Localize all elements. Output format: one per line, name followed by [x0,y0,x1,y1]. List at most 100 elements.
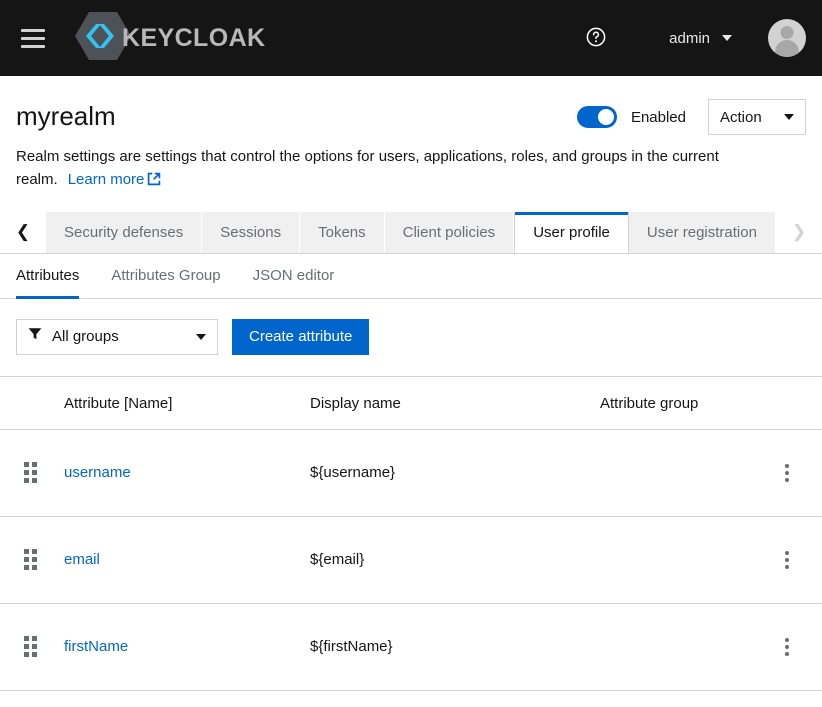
subtab-attributes[interactable]: Attributes [16,254,95,298]
row-actions-cell [752,690,822,707]
row-drag-cell [0,690,64,707]
help-button[interactable] [575,17,617,59]
row-attribute-group-cell [592,690,752,707]
column-header-attribute-group: Attribute group [592,377,752,430]
subtab-label: Attributes [16,267,79,284]
row-display-name-cell: ${email} [302,516,592,603]
row-drag-cell [0,603,64,690]
toggle-knob [598,109,614,125]
subtab-attributes-group[interactable]: Attributes Group [95,254,236,298]
tab-label: Sessions [220,224,281,241]
page-title-row: myrealm Enabled Action [16,98,806,136]
chevron-down-icon [196,334,206,340]
column-header-display-name: Display name [302,377,592,430]
column-header-attribute-name: Attribute [Name] [64,377,302,430]
page-description: Realm settings are settings that control… [16,145,806,194]
attributes-table: Attribute [Name] Display name Attribute … [0,377,822,707]
create-attribute-button[interactable]: Create attribute [232,319,369,355]
table-row: username ${username} [0,429,822,516]
row-display-name-cell: ${lastName} [302,690,592,707]
page-title: myrealm [16,101,116,132]
kebab-menu-icon[interactable] [769,455,805,491]
attribute-link[interactable]: email [64,551,100,568]
masthead: KEYCLOAK admin [0,0,822,76]
chevron-down-icon [784,114,794,120]
row-actions-cell [752,516,822,603]
subtab-label: JSON editor [253,267,335,284]
tab-label: Tokens [318,224,366,241]
tab-label: User profile [533,224,610,241]
row-display-name-cell: ${username} [302,429,592,516]
chevron-down-icon [722,35,732,41]
global-nav-toggle-button[interactable] [10,15,56,61]
hamburger-icon-line [21,45,45,48]
row-attribute-name-cell: lastName [64,690,302,707]
page-header: myrealm Enabled Action Realm settings ar… [0,76,822,194]
learn-more-link[interactable]: Learn more [68,171,162,188]
user-menu-dropdown[interactable]: admin [655,22,746,55]
kebab-menu-icon[interactable] [769,629,805,665]
primary-tabs-list: Security defenses Sessions Tokens Client… [46,212,776,253]
chevron-right-icon: ❯ [792,222,806,242]
user-profile-subtabs: Attributes Attributes Group JSON editor [0,254,822,299]
kebab-menu-icon[interactable] [769,542,805,578]
tab-label: User registration [647,224,757,241]
drag-handle-icon[interactable] [24,636,37,657]
filter-icon [28,327,42,346]
tab-security-defenses[interactable]: Security defenses [46,212,202,253]
action-dropdown[interactable]: Action [708,99,806,135]
group-filter-dropdown[interactable]: All groups [16,319,218,355]
attributes-table-head: Attribute [Name] Display name Attribute … [0,377,822,430]
row-attribute-name-cell: email [64,516,302,603]
realm-enabled-toggle[interactable] [577,106,617,128]
row-display-name-cell: ${firstName} [302,603,592,690]
realm-enabled-label: Enabled [631,109,686,126]
subtab-json-editor[interactable]: JSON editor [237,254,351,298]
user-menu-label: admin [669,30,710,47]
row-attribute-group-cell [592,603,752,690]
row-actions-cell [752,603,822,690]
masthead-actions: admin [575,17,806,59]
subtab-label: Attributes Group [111,267,220,284]
chevron-left-icon: ❮ [16,222,30,242]
row-attribute-name-cell: username [64,429,302,516]
row-attribute-group-cell [592,516,752,603]
table-row: lastName ${lastName} [0,690,822,707]
page-header-actions: Enabled Action [577,99,806,135]
column-header-actions [752,377,822,430]
avatar-body-shape [775,40,799,57]
hamburger-icon-line [21,37,45,40]
avatar-head-shape [781,26,794,39]
table-row: firstName ${firstName} [0,603,822,690]
tab-client-policies[interactable]: Client policies [385,212,515,253]
help-circle-icon [586,27,606,50]
hamburger-icon-line [21,29,45,32]
table-row: email ${email} [0,516,822,603]
tab-user-profile[interactable]: User profile [514,212,629,253]
row-attribute-name-cell: firstName [64,603,302,690]
column-header-drag [0,377,64,430]
tab-label: Security defenses [64,224,183,241]
row-attribute-group-cell [592,429,752,516]
attribute-link[interactable]: firstName [64,638,128,655]
learn-more-label: Learn more [68,171,145,188]
tab-sessions[interactable]: Sessions [202,212,300,253]
brand-name-text: KEYCLOAK [122,26,265,51]
attribute-link[interactable]: username [64,464,131,481]
attributes-toolbar: All groups Create attribute [0,299,822,377]
tabs-scroll-right-button[interactable]: ❯ [776,212,822,253]
avatar[interactable] [768,19,806,57]
row-drag-cell [0,429,64,516]
external-link-icon [147,173,161,190]
drag-handle-icon[interactable] [24,549,37,570]
table-header-row: Attribute [Name] Display name Attribute … [0,377,822,430]
tabs-scroll-left-button[interactable]: ❮ [0,212,46,253]
group-filter-value: All groups [52,328,186,345]
tab-tokens[interactable]: Tokens [300,212,385,253]
keycloak-brand-logo[interactable]: KEYCLOAK [74,10,276,67]
drag-handle-icon[interactable] [24,462,37,483]
tab-user-registration[interactable]: User registration [629,212,776,253]
row-actions-cell [752,429,822,516]
primary-tabs: ❮ Security defenses Sessions Tokens Clie… [0,212,822,254]
tab-label: Client policies [403,224,496,241]
